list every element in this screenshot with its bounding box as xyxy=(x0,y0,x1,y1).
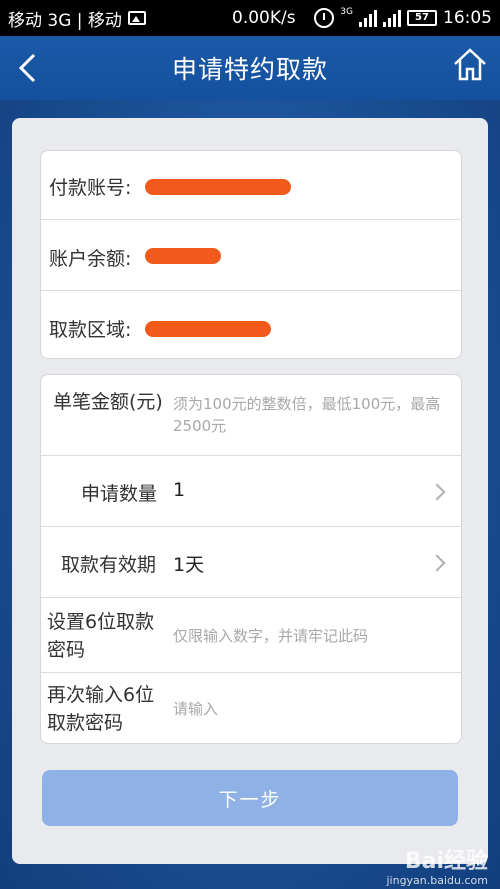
status-right: 3G 57 16:05 xyxy=(314,0,492,36)
amount-label: 单笔金额(元) xyxy=(53,391,163,413)
quantity-row[interactable]: 申请数量 1 xyxy=(41,456,461,527)
alarm-icon xyxy=(314,8,335,28)
password-input[interactable]: 仅限输入数字，并请牢记此码 xyxy=(173,625,455,647)
signal-icon-2 xyxy=(383,9,401,27)
home-icon[interactable] xyxy=(452,46,488,82)
chevron-right-icon xyxy=(428,554,446,572)
status-left: 移动 3G | 移动 xyxy=(8,6,146,31)
confirm-password-label: 再次输入6位取款密码 xyxy=(47,684,155,734)
confirm-password-row[interactable]: 再次输入6位取款密码 请输入 xyxy=(41,673,461,743)
chevron-right-icon xyxy=(428,483,446,501)
image-notification-icon xyxy=(127,11,146,25)
redacted-region xyxy=(145,321,271,337)
battery-icon: 57 xyxy=(407,10,437,26)
validity-value: 1天 xyxy=(173,554,205,576)
withdrawal-form: 单笔金额(元) 须为100元的整数倍，最低100元，最高2500元 申请数量 1… xyxy=(40,374,462,744)
payment-account-row: 付款账号: xyxy=(41,151,461,220)
region-row: 取款区域: xyxy=(41,291,461,358)
watermark: Bai经验 jingyan.baidu.com xyxy=(386,849,488,888)
chevron-left-icon[interactable] xyxy=(14,52,44,84)
validity-label: 取款有效期 xyxy=(61,554,157,576)
payment-account-label: 付款账号: xyxy=(49,177,132,199)
page-title: 申请特约取款 xyxy=(171,55,328,84)
signal-icon xyxy=(359,9,377,27)
confirm-password-input[interactable]: 请输入 xyxy=(173,698,455,720)
quantity-value: 1 xyxy=(173,479,186,501)
network-type: 3G xyxy=(340,6,353,17)
redacted-balance xyxy=(145,248,221,264)
amount-row[interactable]: 单笔金额(元) 须为100元的整数倍，最低100元，最高2500元 xyxy=(41,375,461,456)
validity-row[interactable]: 取款有效期 1天 xyxy=(41,527,461,598)
next-button[interactable]: 下一步 xyxy=(42,770,458,826)
account-info-box: 付款账号: 账户余额: 取款区域: xyxy=(40,150,462,359)
carrier-text: 移动 3G | 移动 xyxy=(8,10,122,31)
amount-input[interactable]: 须为100元的整数倍，最低100元，最高2500元 xyxy=(173,393,455,437)
quantity-label: 申请数量 xyxy=(81,483,158,505)
region-label: 取款区域: xyxy=(49,319,132,341)
network-speed: 0.00K/s xyxy=(232,8,296,28)
watermark-logo: Bai经验 xyxy=(404,849,488,874)
balance-label: 账户余额: xyxy=(49,248,132,270)
password-label: 设置6位取款密码 xyxy=(47,611,155,661)
app-header: 申请特约取款 xyxy=(0,36,500,100)
balance-row: 账户余额: xyxy=(41,220,461,291)
password-row[interactable]: 设置6位取款密码 仅限输入数字，并请牢记此码 xyxy=(41,598,461,673)
clock: 16:05 xyxy=(443,8,492,28)
redacted-account-number xyxy=(145,179,291,195)
watermark-url: jingyan.baidu.com xyxy=(386,874,488,887)
status-bar: 移动 3G | 移动 0.00K/s 3G 57 16:05 xyxy=(0,0,500,36)
